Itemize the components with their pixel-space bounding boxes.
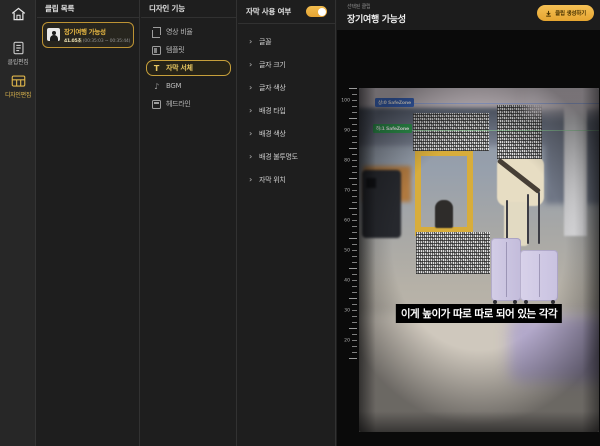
- accordion-label: 배경 타입: [259, 106, 286, 116]
- app-window: 클립편집 디자인편집 클립 목록 장기여행 가능성 41.05초 (00:35:…: [0, 0, 600, 446]
- icon-sidebar: 클립편집 디자인편집: [0, 0, 36, 446]
- chevron-right-icon: ›: [249, 106, 252, 115]
- menu-item-label: 영상 비율: [166, 27, 193, 37]
- sidebar-item-label: 클립편집: [0, 57, 36, 66]
- clip-list-header: 클립 목록: [37, 0, 139, 18]
- subtitle-overlay[interactable]: 이게 높이가 따로 따로 되어 있는 각각: [396, 304, 562, 323]
- design-menu-header: 디자인 기능: [141, 0, 236, 18]
- clip-duration: 41.05초: [64, 39, 82, 44]
- dark-luggage: [362, 170, 401, 238]
- pixelated-block: [413, 113, 489, 151]
- clip-edit-icon: [12, 41, 25, 55]
- ruler-label: 60: [344, 219, 350, 224]
- chevron-right-icon: ›: [249, 60, 252, 69]
- sidebar-item-design-edit[interactable]: 디자인편집: [0, 74, 36, 99]
- menu-item-headline[interactable]: 헤드라인: [146, 96, 231, 112]
- accordion-label: 자막 위치: [259, 175, 286, 185]
- clip-list-panel: 클립 목록 장기여행 가능성 41.05초 (00:35:03 ~ 00:35:…: [37, 0, 140, 446]
- toggle-knob: [318, 8, 326, 16]
- clip-meta: 41.05초 (00:35:03 ~ 00:35:44): [64, 38, 129, 44]
- menu-item-aspect-ratio[interactable]: 영상 비율: [146, 24, 231, 40]
- ruler-label: 50: [344, 249, 350, 254]
- accordion-label: 글자 색상: [259, 83, 286, 93]
- suitcase-handle-rod: [506, 200, 508, 242]
- text-style-icon: T: [152, 64, 161, 73]
- bag-silhouette: [435, 200, 453, 228]
- sidebar-item-label: 디자인편집: [0, 90, 36, 99]
- design-edit-icon: [11, 74, 26, 88]
- accordion-font[interactable]: › 글꼴: [238, 30, 335, 53]
- menu-item-template[interactable]: 템플릿: [146, 42, 231, 58]
- safezone-badge-top[interactable]: 상:0 SafeZone: [375, 98, 414, 107]
- video-preview[interactable]: 상:0 SafeZone 하:1 SafeZone 이게 높이가 따로 따로 되…: [359, 88, 599, 432]
- vertical-ruler: 100 90 80 70 60 50 40 30 20: [340, 88, 357, 362]
- accordion-bg-color[interactable]: › 배경 색상: [238, 122, 335, 145]
- ruler-label: 100: [341, 99, 350, 104]
- stage-header: 선택된 클립 장기여행 가능성 클립 생성하기: [337, 0, 600, 30]
- chevron-right-icon: ›: [249, 152, 252, 161]
- clip-list-item[interactable]: 장기여행 가능성 41.05초 (00:35:03 ~ 00:35:44): [42, 22, 134, 48]
- accordion-label: 배경 색상: [259, 129, 286, 139]
- lavender-suitcase: [520, 250, 558, 301]
- menu-item-label: 헤드라인: [166, 99, 191, 109]
- template-icon: [152, 46, 161, 55]
- subtitle-settings-panel: 자막 사용 여부 › 글꼴 › 글자 크기 › 글자 색상 › 배경 타입 › 배경 색상…: [238, 0, 336, 446]
- download-icon: [545, 10, 552, 17]
- aspect-ratio-icon: [152, 28, 161, 37]
- pixelated-block: [416, 232, 490, 274]
- safezone-badge-bottom[interactable]: 하:1 SafeZone: [373, 124, 412, 133]
- ruler-label: 90: [344, 129, 350, 134]
- lavender-suitcase: [491, 238, 521, 301]
- home-button[interactable]: [0, 7, 36, 21]
- top-right-blur: [527, 88, 599, 112]
- suitcase-handle-rod: [527, 194, 529, 244]
- menu-item-label: BGM: [166, 82, 181, 90]
- ruler-label: 70: [344, 189, 350, 194]
- accordion-font-color[interactable]: › 글자 색상: [238, 76, 335, 99]
- ruler-label: 80: [344, 159, 350, 164]
- menu-item-label: 템플릿: [166, 45, 184, 55]
- accordion-font-size[interactable]: › 글자 크기: [238, 53, 335, 76]
- ruler-label: 40: [344, 279, 350, 284]
- design-menu-panel: 디자인 기능 영상 비율 템플릿 T 자막 서체 ♪ BGM 헤드라인: [141, 0, 237, 446]
- clip-thumbnail: [47, 28, 60, 41]
- ruler-ticks: [352, 88, 357, 362]
- menu-item-label: 자막 서체: [166, 63, 193, 73]
- subtitle-use-toggle[interactable]: [306, 6, 327, 17]
- white-pillar: [564, 104, 587, 236]
- suitcase-handle-rod: [538, 192, 540, 244]
- preview-stage: 선택된 클립 장기여행 가능성 클립 생성하기 100 90 80 70 60 …: [337, 0, 600, 446]
- accordion-label: 배경 불투명도: [259, 152, 298, 162]
- chevron-right-icon: ›: [249, 129, 252, 138]
- bgm-icon: ♪: [152, 82, 161, 91]
- lavender-blur-blob: [509, 316, 599, 382]
- home-icon: [11, 7, 26, 21]
- create-clip-button[interactable]: 클립 생성하기: [537, 5, 594, 21]
- sidebar-item-clip-edit[interactable]: 클립편집: [0, 41, 36, 66]
- accordion-subtitle-position[interactable]: › 자막 위치: [238, 168, 335, 191]
- chevron-right-icon: ›: [249, 37, 252, 46]
- ruler-label: 20: [344, 339, 350, 344]
- accordion-label: 글꼴: [259, 37, 271, 47]
- menu-item-bgm[interactable]: ♪ BGM: [146, 78, 231, 94]
- headline-icon: [152, 100, 161, 109]
- chevron-right-icon: ›: [249, 175, 252, 184]
- accordion-bg-type[interactable]: › 배경 타입: [238, 99, 335, 122]
- accordion-label: 글자 크기: [259, 60, 286, 70]
- chevron-right-icon: ›: [249, 83, 252, 92]
- create-clip-label: 클립 생성하기: [555, 9, 586, 17]
- menu-item-subtitle-style[interactable]: T 자막 서체: [146, 60, 231, 76]
- accordion-bg-opacity[interactable]: › 배경 불투명도: [238, 145, 335, 168]
- ruler-label: 30: [344, 309, 350, 314]
- pixelated-face-block: [497, 105, 542, 159]
- subtitle-toggle-label: 자막 사용 여부: [246, 0, 291, 24]
- clip-title: 장기여행 가능성: [64, 26, 129, 36]
- clip-time-range: (00:35:03 ~ 00:35:44): [83, 39, 130, 44]
